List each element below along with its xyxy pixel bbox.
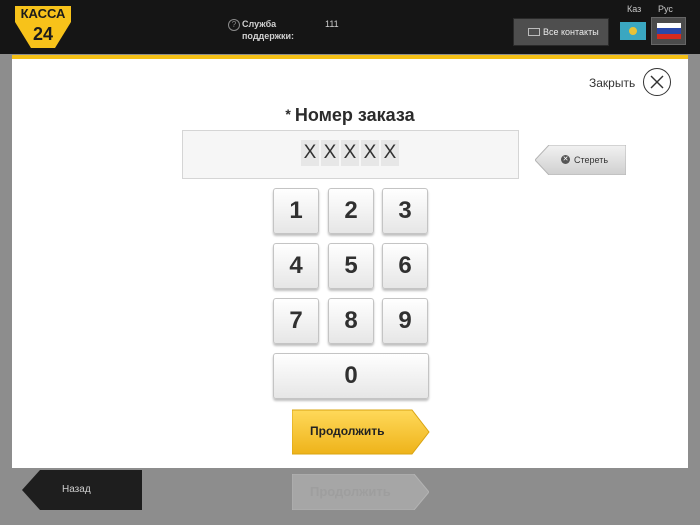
logo-shield: 24 bbox=[15, 22, 71, 48]
lang-ru-label: Рус bbox=[658, 4, 673, 14]
erase-button[interactable]: ✕ Стереть bbox=[535, 145, 626, 175]
keypad-key-2[interactable]: 2 bbox=[328, 188, 374, 234]
keypad-key-8[interactable]: 8 bbox=[328, 298, 374, 344]
keypad-key-7[interactable]: 7 bbox=[273, 298, 319, 344]
keypad-key-5[interactable]: 5 bbox=[328, 243, 374, 289]
keypad-key-9[interactable]: 9 bbox=[382, 298, 428, 344]
order-char: X bbox=[341, 140, 359, 166]
top-bar: КАССА 24 ? Служба поддержки: 111 Все кон… bbox=[0, 0, 700, 54]
russian-flag-button[interactable] bbox=[651, 17, 686, 45]
keypad-key-3[interactable]: 3 bbox=[382, 188, 428, 234]
close-label[interactable]: Закрыть bbox=[589, 76, 635, 90]
question-icon: ? bbox=[228, 19, 240, 31]
required-marker: * bbox=[285, 106, 291, 122]
order-number-input[interactable]: X X X X X bbox=[182, 130, 519, 179]
keypad-key-0[interactable]: 0 bbox=[273, 353, 429, 399]
order-number-title: * Номер заказа bbox=[12, 105, 688, 126]
logo-text-top: КАССА bbox=[15, 6, 71, 22]
lang-kz-label: Каз bbox=[627, 4, 642, 14]
logo-text-number: 24 bbox=[32, 24, 54, 44]
keypad-key-4[interactable]: 4 bbox=[273, 243, 319, 289]
continue-label: Продолжить bbox=[310, 424, 385, 438]
russia-flag-icon bbox=[657, 23, 681, 39]
back-button[interactable]: Назад bbox=[22, 470, 142, 510]
order-number-mask: X X X X X bbox=[301, 140, 399, 166]
support-label: Служба поддержки: bbox=[242, 19, 295, 41]
continue-button[interactable]: Продолжить bbox=[292, 409, 430, 455]
order-number-modal: Закрыть * Номер заказа X X X X X ✕ Стерет… bbox=[12, 55, 688, 468]
back-label: Назад bbox=[62, 484, 91, 495]
keypad-key-6[interactable]: 6 bbox=[382, 243, 428, 289]
close-icon bbox=[650, 75, 664, 89]
order-char: X bbox=[381, 140, 399, 166]
support-phone[interactable]: 111 bbox=[325, 19, 339, 29]
kassa24-logo[interactable]: КАССА 24 bbox=[15, 6, 71, 48]
kazakhstan-flag-button[interactable] bbox=[620, 22, 646, 40]
erase-label: Стереть bbox=[574, 155, 609, 165]
background-continue-label: Продолжить bbox=[310, 484, 391, 499]
envelope-icon bbox=[528, 28, 540, 36]
order-char: X bbox=[321, 140, 339, 166]
close-button[interactable] bbox=[643, 68, 671, 96]
order-char: X bbox=[361, 140, 379, 166]
order-number-title-text: Номер заказа bbox=[294, 105, 415, 125]
background-continue-button: Продолжить bbox=[292, 474, 429, 510]
all-contacts-label: Все контакты bbox=[543, 27, 599, 37]
all-contacts-button[interactable]: Все контакты bbox=[513, 18, 609, 46]
keypad-key-1[interactable]: 1 bbox=[273, 188, 319, 234]
clear-icon: ✕ bbox=[561, 155, 570, 164]
order-char: X bbox=[301, 140, 319, 166]
